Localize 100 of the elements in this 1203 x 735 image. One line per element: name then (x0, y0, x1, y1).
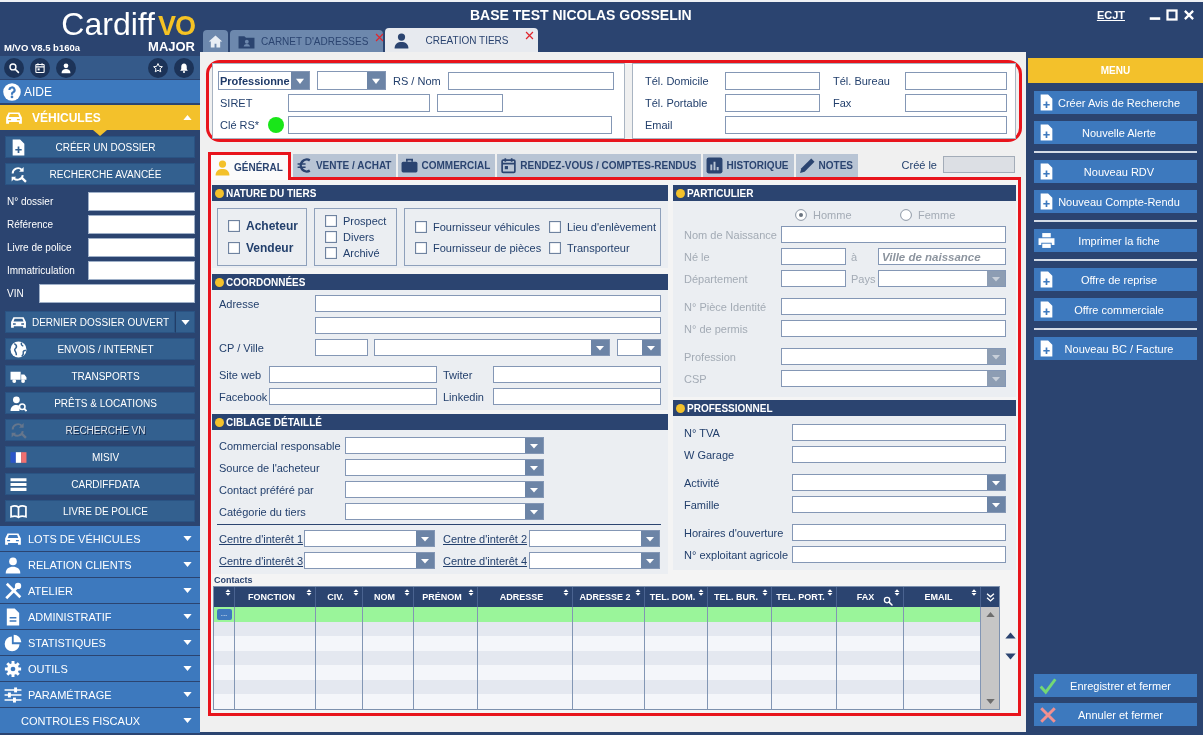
menu-button[interactable]: Imprimer la fiche (1034, 229, 1197, 252)
sidebar-button[interactable]: CRÉER UN DOSSIER (5, 136, 195, 158)
sidebar-button[interactable]: MISIV (5, 446, 195, 468)
dropdown[interactable] (345, 481, 544, 498)
link[interactable]: Centre d'interêt 1 (219, 532, 304, 545)
sidebar-section[interactable]: OUTILS (0, 656, 200, 682)
tab[interactable]: GÉNÉRAL (208, 152, 291, 180)
input-field[interactable] (725, 71, 820, 90)
dropdown[interactable] (345, 437, 544, 454)
input-field[interactable] (792, 546, 1006, 563)
scroll-up-icon[interactable] (1003, 630, 1018, 641)
double-chevron-down-icon[interactable] (984, 591, 996, 603)
menu-button[interactable]: Nouvelle Alerte (1034, 121, 1197, 144)
checkbox[interactable] (549, 220, 561, 233)
bell-icon[interactable] (174, 57, 194, 78)
scrollbar[interactable] (981, 607, 999, 709)
dropdown[interactable] (529, 530, 660, 547)
input-field[interactable] (437, 93, 503, 112)
checkbox[interactable] (325, 247, 337, 259)
sidebar-button[interactable]: PRÊTS & LOCATIONS (5, 392, 195, 414)
sort-icon[interactable] (224, 588, 232, 597)
person-icon[interactable] (56, 57, 76, 78)
sidebar-section[interactable]: ATELIER (0, 578, 200, 604)
maximize-icon[interactable] (1166, 9, 1178, 21)
checkbox[interactable] (228, 242, 240, 254)
input-field[interactable] (315, 339, 368, 356)
sidebar-button[interactable]: ENVOIS / INTERNET (5, 338, 195, 360)
menu-button[interactable]: Annuler et fermer (1034, 703, 1197, 726)
menu-button[interactable]: Enregistrer et fermer (1034, 674, 1197, 697)
tab[interactable]: NOTES (795, 154, 858, 177)
dropdown[interactable] (792, 474, 1006, 491)
input-field[interactable] (88, 261, 195, 280)
dropdown[interactable] (374, 339, 610, 356)
input-field[interactable] (943, 156, 1015, 173)
input-field[interactable] (88, 238, 195, 257)
link[interactable]: Centre d'interêt 4 (443, 554, 529, 567)
tab[interactable]: COMMERCIAL (398, 154, 496, 177)
input-field[interactable] (38, 284, 195, 303)
link[interactable]: Centre d'interêt 2 (443, 532, 529, 545)
sidebar-button[interactable]: TRANSPORTS (5, 365, 195, 387)
input-field[interactable] (493, 388, 661, 405)
sidebar-section[interactable]: CONTROLES FISCAUX (0, 708, 200, 734)
menu-button[interactable]: Nouveau BC / Facture (1034, 337, 1197, 360)
input-field[interactable] (288, 115, 612, 134)
dropdown[interactable] (304, 530, 435, 547)
dropdown[interactable] (304, 552, 435, 569)
row-menu-button[interactable]: ... (216, 608, 232, 620)
sidebar-button[interactable]: RECHERCHE AVANCÉE (5, 163, 195, 185)
input-field[interactable] (288, 93, 430, 112)
input-field[interactable] (88, 192, 195, 211)
input-field[interactable] (448, 71, 614, 90)
search-icon[interactable] (4, 57, 24, 78)
sidebar-section[interactable]: LOTS DE VÉHICULES (0, 526, 200, 552)
input-field[interactable] (88, 215, 195, 234)
dropdown[interactable] (317, 71, 386, 90)
menu-button[interactable]: Nouveau Compte-Rendu (1034, 190, 1197, 213)
input-field[interactable] (315, 317, 661, 334)
tab[interactable]: HISTORIQUE (703, 154, 794, 177)
input-field[interactable] (792, 446, 1006, 463)
table-row[interactable]: ... (214, 607, 981, 622)
sidebar-section[interactable]: STATISTIQUES (0, 630, 200, 656)
sidebar-button[interactable]: LIVRE DE POLICE (5, 500, 195, 522)
calendar-icon[interactable] (30, 57, 50, 78)
input-field[interactable] (493, 366, 661, 383)
input-field[interactable] (905, 71, 1007, 90)
dropdown-button[interactable] (175, 311, 195, 333)
input-field[interactable] (792, 524, 1006, 541)
link[interactable]: Centre d'interêt 3 (219, 554, 304, 567)
dropdown[interactable] (792, 496, 1006, 513)
sidebar-button[interactable]: DERNIER DOSSIER OUVERT (5, 311, 175, 333)
input-field[interactable] (269, 366, 437, 383)
checkbox[interactable] (415, 220, 427, 233)
checkbox[interactable] (228, 220, 240, 232)
checkbox[interactable] (325, 231, 337, 243)
checkbox[interactable] (415, 241, 427, 254)
input-field[interactable] (725, 93, 820, 112)
input-field[interactable] (905, 93, 1007, 112)
dropdown[interactable] (617, 339, 661, 356)
menu-button[interactable]: Offre de reprise (1034, 268, 1197, 291)
input-field[interactable] (315, 295, 661, 312)
document-tab[interactable]: CREATION TIERS (385, 28, 538, 52)
user-link[interactable]: ECJT (1096, 9, 1125, 21)
sidebar-section[interactable]: ADMINISTRATIF (0, 604, 200, 630)
dropdown[interactable] (345, 503, 544, 520)
dropdown[interactable] (529, 552, 660, 569)
scroll-down-icon[interactable] (1003, 651, 1018, 662)
home-tab[interactable] (203, 30, 228, 52)
checkbox[interactable] (549, 241, 561, 254)
checkbox[interactable] (325, 215, 337, 227)
menu-button[interactable]: Créer Avis de Recherche (1034, 91, 1197, 114)
input-field[interactable] (725, 115, 1007, 134)
close-icon[interactable] (374, 32, 386, 43)
menu-button[interactable]: Offre commerciale (1034, 298, 1197, 321)
input-field[interactable] (792, 424, 1006, 441)
sidebar-section[interactable]: RELATION CLIENTS (0, 552, 200, 578)
input-field[interactable] (269, 388, 437, 405)
sidebar-button[interactable]: CARDIFFDATA (5, 473, 195, 495)
dropdown[interactable]: Professionne (218, 71, 310, 90)
sidebar-section[interactable]: PARAMÉTRAGE (0, 682, 200, 708)
tab[interactable]: RENDEZ-VOUS / COMPTES-RENDUS (497, 154, 702, 177)
